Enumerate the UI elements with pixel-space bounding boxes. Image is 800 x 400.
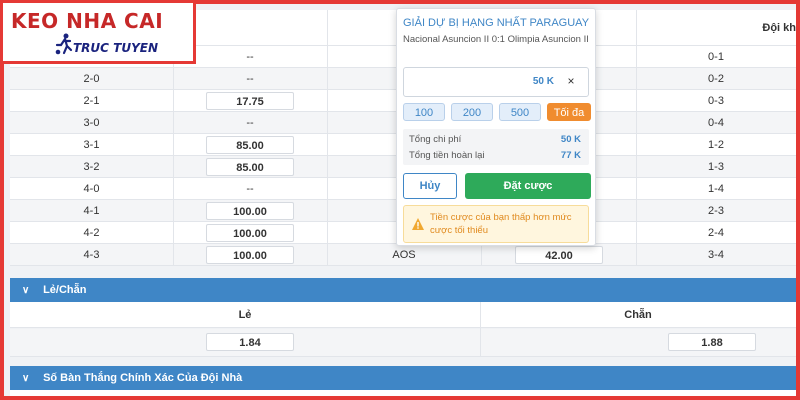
away-score: 1-3: [708, 161, 724, 173]
home-score-odds-button[interactable]: 85.00: [206, 136, 294, 154]
home-score-odds-empty: --: [246, 73, 254, 85]
home-score: 4-3: [83, 249, 100, 261]
bet-slip-popup: GIẢI DỰ BỊ HẠNG NHẤT PARAGUAY Nacional A…: [396, 8, 596, 246]
site-logo[interactable]: KEO NHA CAI TRUC TUYEN: [0, 0, 196, 64]
place-bet-button[interactable]: Đặt cược: [465, 173, 591, 199]
clear-icon[interactable]: ×: [564, 74, 578, 88]
away-score: 1-4: [708, 183, 724, 195]
away-score: 1-2: [708, 139, 724, 151]
min-stake-warning: Tiền cược của bạn thấp hơn mức cược tối …: [403, 205, 589, 243]
total-return-label: Tổng tiền hoàn lại: [409, 150, 485, 161]
chevron-down-icon: ∨: [22, 373, 30, 384]
cancel-button[interactable]: Hủy: [403, 173, 457, 199]
total-return-value: 77 K: [560, 150, 581, 161]
odd-odds-button[interactable]: 1.84: [206, 333, 294, 351]
home-score: 3-2: [83, 161, 100, 173]
stake-input[interactable]: 50 K ×: [403, 67, 589, 97]
section-exact-goals-header[interactable]: ∨ Số Bàn Thắng Chính Xác Của Đội Nhà: [10, 366, 796, 390]
home-score-odds-button[interactable]: 100.00: [206, 224, 294, 242]
col-divider: [480, 302, 481, 357]
other-score: AOS: [392, 249, 416, 261]
away-score: 0-2: [708, 73, 724, 85]
odd-even-labels-row: Lẻ Chẵn: [10, 302, 796, 328]
section-title: Số Bàn Thắng Chính Xác Của Đội Nhà: [43, 372, 243, 384]
header-away-team: Đội kh: [762, 22, 796, 34]
away-score: 2-3: [708, 205, 724, 217]
match-name: Nacional Asuncion II 0:1 Olimpia Asuncio…: [403, 34, 589, 45]
home-score-odds-empty: --: [246, 51, 254, 63]
quick-amount-500[interactable]: 500: [499, 103, 541, 121]
football-player-icon: [55, 33, 73, 55]
home-score: 4-0: [83, 183, 100, 195]
odd-even-odds-row: 1.84 1.88: [10, 329, 796, 357]
away-score: 2-4: [708, 227, 724, 239]
total-cost-value: 50 K: [560, 134, 581, 145]
home-score-odds-button[interactable]: 100.00: [206, 246, 294, 264]
max-stake-button[interactable]: Tối đa: [547, 103, 591, 121]
home-score: 2-0: [83, 73, 100, 85]
away-score: 0-4: [708, 117, 724, 129]
exact-goals-row: [10, 390, 796, 396]
quick-amount-200[interactable]: 200: [451, 103, 493, 121]
other-score-odds-button[interactable]: 42.00: [515, 246, 603, 264]
col-divider: [636, 10, 637, 266]
odd-label: Lẻ: [238, 309, 252, 321]
even-label: Chẵn: [624, 309, 652, 321]
col-divider: [327, 10, 328, 266]
home-score-odds-button[interactable]: 85.00: [206, 158, 294, 176]
warning-text: Tiền cược của bạn thấp hơn mức cược tối …: [430, 212, 572, 236]
home-score: 4-2: [83, 227, 100, 239]
home-score-odds-button[interactable]: 17.75: [206, 92, 294, 110]
even-odds-button[interactable]: 1.88: [668, 333, 756, 351]
league-title: GIẢI DỰ BỊ HẠNG NHẤT PARAGUAY: [403, 17, 590, 29]
warning-icon: [412, 218, 424, 230]
chevron-down-icon: ∨: [22, 285, 30, 296]
total-cost-label: Tổng chi phí: [409, 134, 462, 145]
table-row: 4-3 100.00 AOS 42.00 3-4: [10, 244, 796, 266]
home-score-odds-empty: --: [246, 117, 254, 129]
home-score: 4-1: [83, 205, 100, 217]
away-score: 0-1: [708, 51, 724, 63]
section-title: Lẻ/Chẵn: [43, 284, 87, 296]
bet-summary: Tổng chi phí 50 K Tổng tiền hoàn lại 77 …: [403, 129, 589, 165]
away-score: 0-3: [708, 95, 724, 107]
logo-text-main: KEO NHA CAI: [11, 9, 164, 33]
home-score-odds-button[interactable]: 100.00: [206, 202, 294, 220]
quick-amount-100[interactable]: 100: [403, 103, 445, 121]
home-score: 3-0: [83, 117, 100, 129]
home-score: 3-1: [83, 139, 100, 151]
logo-text-sub: TRUC TUYEN: [73, 41, 159, 55]
section-odd-even-header[interactable]: ∨ Lẻ/Chẵn: [10, 278, 796, 302]
home-score-odds-empty: --: [246, 183, 254, 195]
away-score: 3-4: [708, 249, 724, 261]
stake-value: 50 K: [532, 76, 554, 87]
home-score: 2-1: [83, 95, 100, 107]
